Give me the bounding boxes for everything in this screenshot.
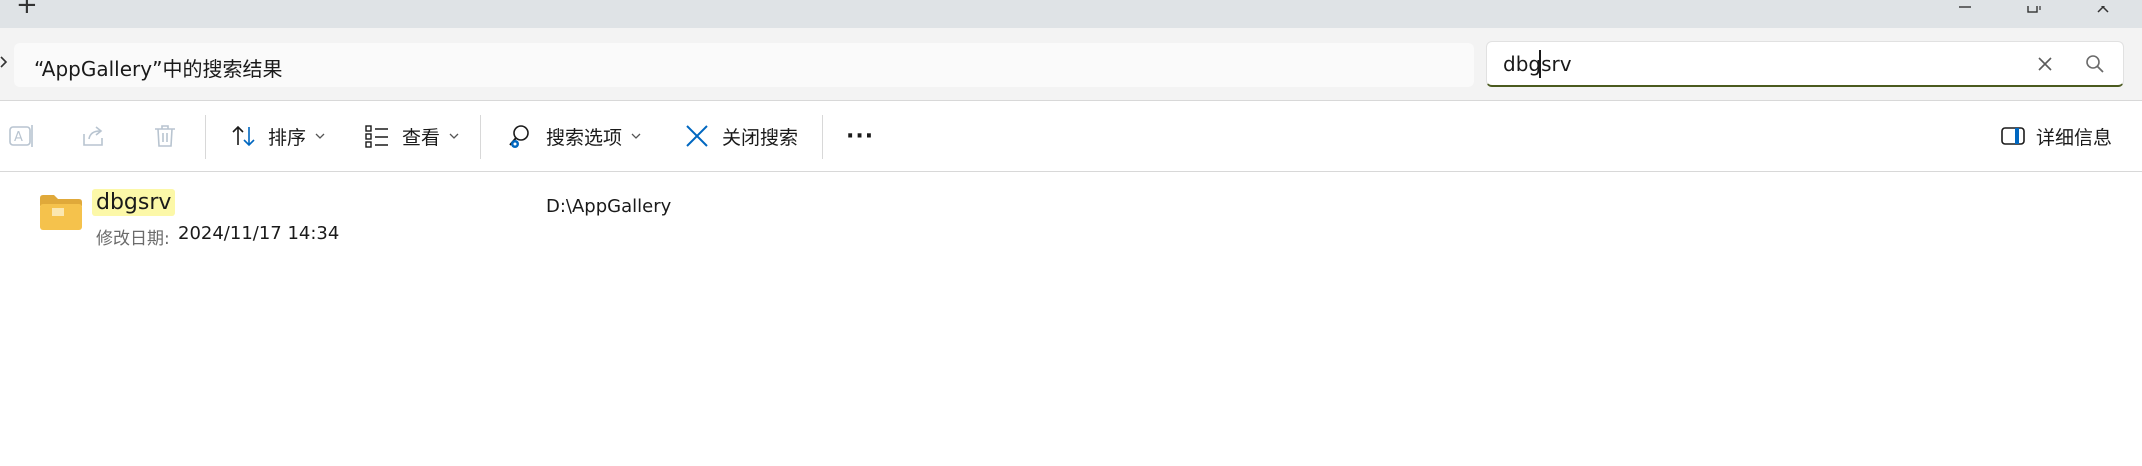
sort-icon — [232, 125, 255, 147]
view-icon — [365, 125, 388, 148]
command-bar: A 排序 查看 搜索选项 关闭搜索 ··· 详细信息 — [0, 101, 2142, 172]
address-bar[interactable]: “AppGallery”中的搜索结果 — [14, 43, 1474, 87]
minimize-icon[interactable] — [1938, 0, 1992, 28]
address-row: “AppGallery”中的搜索结果 dbgsrv — [0, 28, 2142, 101]
new-tab-icon[interactable]: + — [16, 0, 38, 18]
share-button[interactable] — [80, 101, 108, 171]
close-window-icon[interactable] — [2078, 0, 2132, 28]
toolbar-divider — [480, 115, 481, 159]
item-name[interactable]: dbgsrv — [92, 189, 176, 216]
clear-search-icon[interactable] — [2033, 52, 2057, 76]
more-options-button[interactable]: ··· — [846, 101, 874, 171]
close-search-label: 关闭搜索 — [722, 126, 799, 149]
maximize-icon[interactable] — [2007, 0, 2061, 28]
toolbar-divider — [822, 115, 823, 159]
details-pane-label: 详细信息 — [2036, 126, 2113, 149]
folder-icon — [40, 195, 82, 230]
close-search-icon — [686, 125, 708, 147]
modified-date-value: 2024/11/17 14:34 — [178, 223, 340, 244]
rename-icon: A — [9, 125, 33, 147]
search-options-icon — [509, 125, 529, 148]
sort-button[interactable]: 排序 — [230, 101, 326, 171]
toolbar-divider — [205, 115, 206, 159]
details-pane-icon — [2001, 127, 2025, 145]
sort-label: 排序 — [268, 126, 307, 149]
item-path: D:\AppGallery — [546, 196, 672, 217]
chevron-down-icon — [631, 133, 641, 139]
chevron-down-icon — [449, 133, 459, 139]
more-icon: ··· — [846, 123, 875, 149]
text-caret — [1539, 50, 1541, 78]
search-options-button[interactable]: 搜索选项 — [506, 101, 642, 171]
view-label: 查看 — [402, 126, 441, 149]
rename-button[interactable]: A — [8, 101, 36, 171]
close-search-button[interactable]: 关闭搜索 — [684, 101, 798, 171]
svg-text:A: A — [14, 130, 23, 145]
address-text: “AppGallery”中的搜索结果 — [34, 57, 283, 81]
search-input[interactable]: dbgsrv — [1486, 41, 2124, 87]
delete-icon — [155, 125, 175, 147]
search-icon[interactable] — [2083, 52, 2107, 76]
chevron-down-icon — [315, 133, 325, 139]
view-button[interactable]: 查看 — [364, 101, 460, 171]
delete-button[interactable] — [152, 101, 178, 171]
title-bar: + — [0, 0, 2142, 28]
modified-date-label: 修改日期: — [96, 229, 170, 249]
chevron-right-icon[interactable] — [0, 52, 12, 72]
details-pane-button[interactable]: 详细信息 — [2000, 101, 2112, 171]
search-input-value: dbgsrv — [1503, 52, 1572, 76]
search-options-label: 搜索选项 — [546, 126, 623, 149]
list-item[interactable]: dbgsrv 修改日期: 2024/11/17 14:34 D:\AppGall… — [0, 186, 2142, 250]
share-icon — [83, 126, 103, 146]
